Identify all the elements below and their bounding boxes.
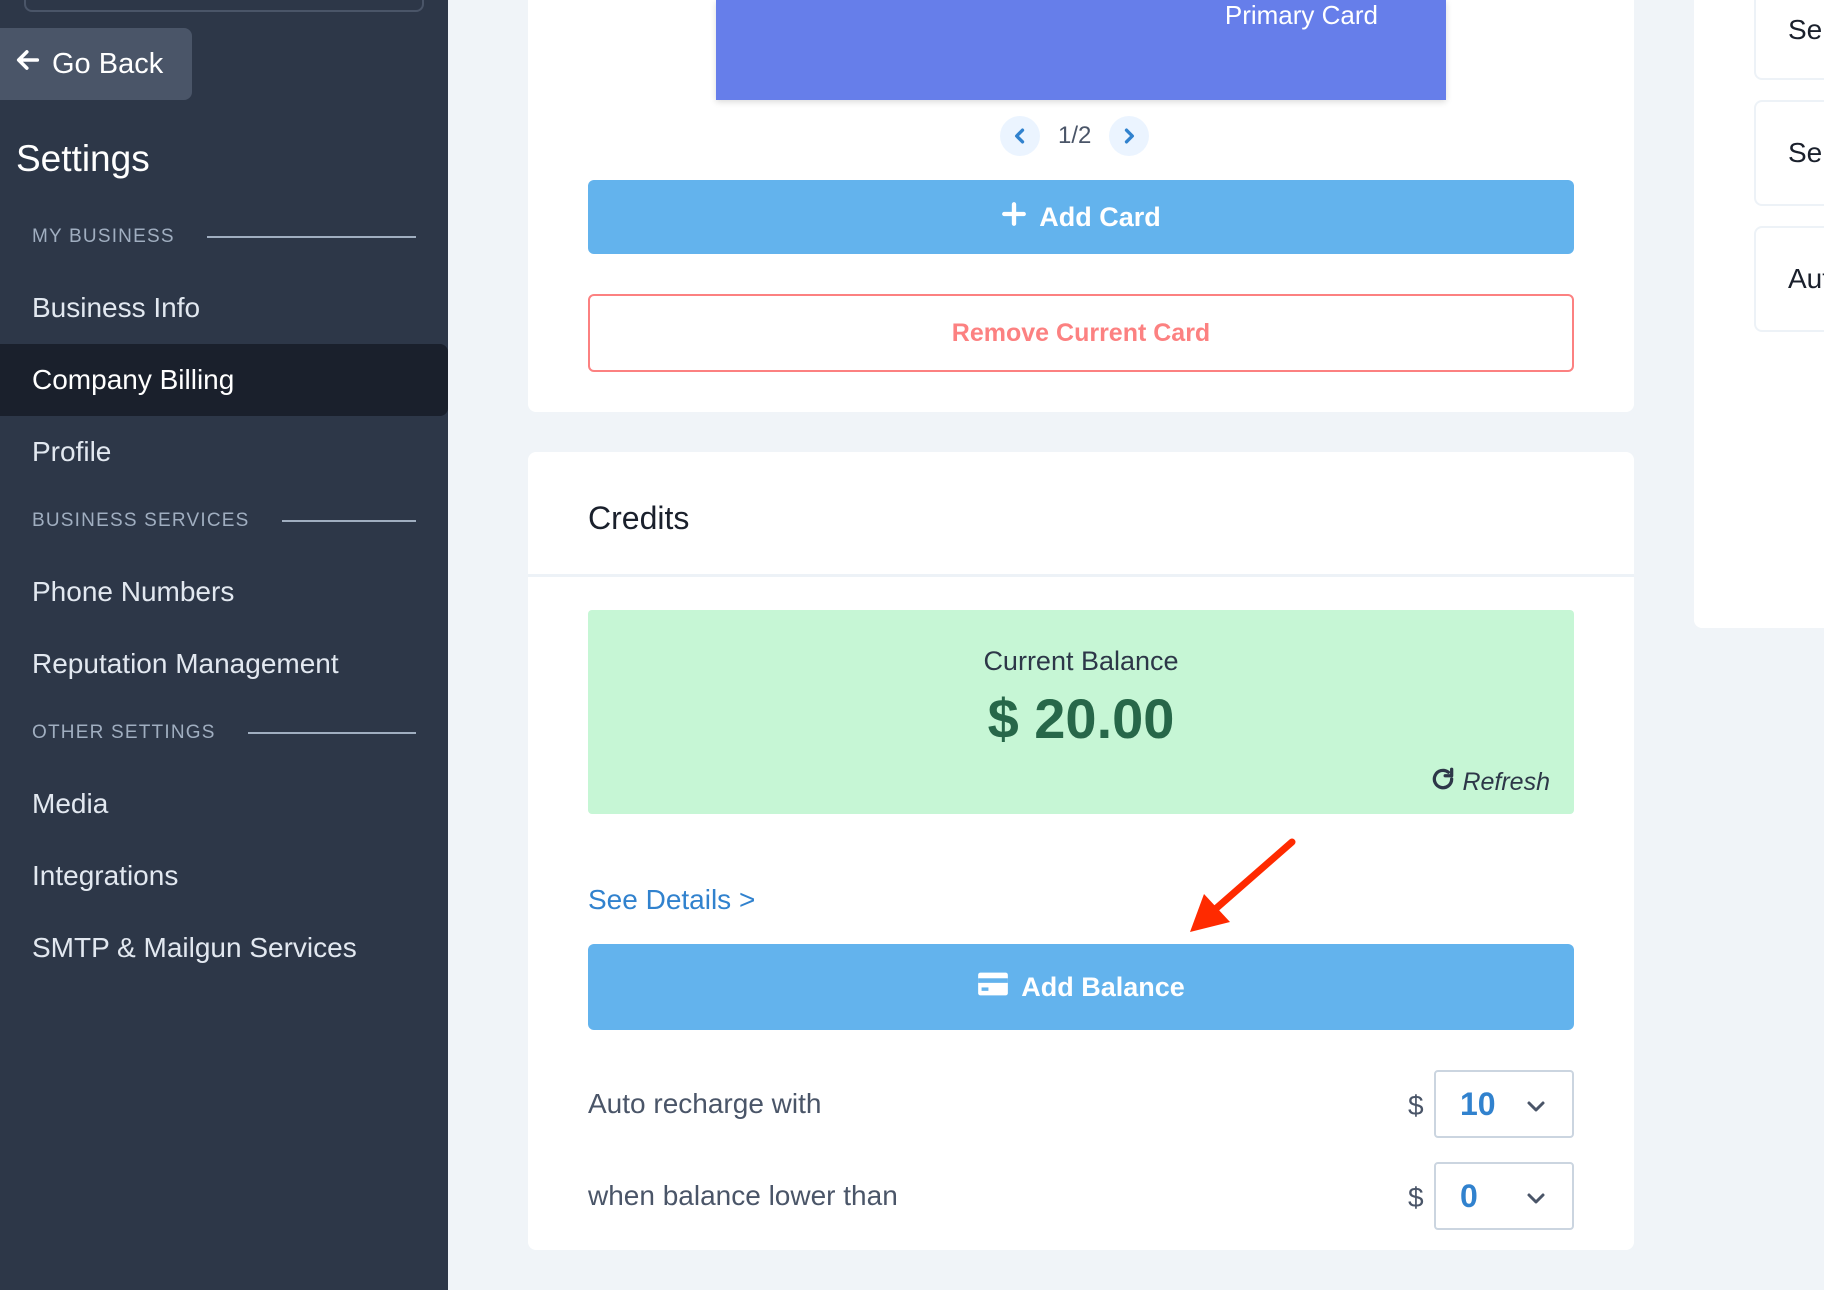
section-header-label: OTHER SETTINGS xyxy=(32,722,216,743)
primary-card-preview: Primary Card xyxy=(716,0,1446,100)
section-header-my-business: MY BUSINESS xyxy=(32,226,416,248)
auto-recharge-select[interactable]: 10 xyxy=(1434,1070,1574,1138)
section-divider xyxy=(247,732,416,734)
plus-icon xyxy=(1001,201,1027,234)
chevron-right-icon[interactable] xyxy=(1109,116,1150,156)
sidebar-title: Settings xyxy=(16,138,150,179)
sidebar-item-label: Profile xyxy=(32,436,112,467)
card-pager: 1/2 xyxy=(1000,116,1150,156)
sidebar-item-label: Reputation Management xyxy=(32,648,339,679)
refresh-label: Refresh xyxy=(1462,768,1550,796)
threshold-value: 0 xyxy=(1460,1177,1478,1214)
sidebar-item-media[interactable]: Media xyxy=(0,768,448,840)
threshold-select[interactable]: 0 xyxy=(1434,1162,1574,1230)
credit-card-icon xyxy=(977,970,1009,1005)
credits-divider xyxy=(528,574,1634,577)
settings-sidebar: Go Back Settings MY BUSINESS Business In… xyxy=(0,0,448,1290)
section-header-other-settings: OTHER SETTINGS xyxy=(32,722,416,744)
auto-recharge-value: 10 xyxy=(1460,1085,1496,1122)
annotation-arrow xyxy=(1190,838,1296,932)
sidebar-item-business-info[interactable]: Business Info xyxy=(0,272,448,344)
section-header-label: MY BUSINESS xyxy=(32,226,175,247)
go-back-label: Go Back xyxy=(52,47,164,80)
remove-card-label: Remove Current Card xyxy=(951,318,1211,347)
balance-value: $ 20.00 xyxy=(987,687,1175,750)
add-card-label: Add Card xyxy=(1039,201,1161,232)
sidebar-search-box[interactable] xyxy=(24,0,424,12)
see-details-link[interactable]: See Details > xyxy=(588,884,755,916)
sidebar-item-label: SMTP & Mailgun Services xyxy=(32,932,357,963)
section-divider xyxy=(281,520,416,522)
auto-recharge-label: Auto recharge with xyxy=(588,1088,822,1119)
primary-card-label: Primary Card xyxy=(1224,0,1378,30)
sidebar-item-integrations[interactable]: Integrations xyxy=(0,840,448,912)
sidebar-item-label: Media xyxy=(32,788,109,819)
balance-label: Current Balance xyxy=(983,646,1179,676)
threshold-currency: $ xyxy=(1408,1182,1424,1213)
sidebar-item-smtp-mailgun[interactable]: SMTP & Mailgun Services xyxy=(0,912,448,984)
chevron-left-icon[interactable] xyxy=(1000,116,1040,156)
sidebar-item-reputation-management[interactable]: Reputation Management xyxy=(0,628,448,700)
sidebar-item-company-billing[interactable]: Company Billing xyxy=(0,344,448,416)
go-back-button[interactable]: Go Back xyxy=(0,28,192,100)
right-tile-label: Sep xyxy=(1788,14,1824,45)
right-tile[interactable]: Aut xyxy=(1754,226,1824,332)
section-header-business-services: BUSINESS SERVICES xyxy=(32,510,416,532)
sidebar-item-label: Integrations xyxy=(32,860,179,891)
section-divider xyxy=(206,236,416,238)
right-tile[interactable]: Sep xyxy=(1754,100,1824,206)
add-balance-label: Add Balance xyxy=(1021,971,1185,1002)
right-tile-label: Sep xyxy=(1788,137,1824,168)
auto-recharge-currency: $ xyxy=(1408,1090,1424,1121)
section-header-label: BUSINESS SERVICES xyxy=(32,510,250,531)
remove-card-button[interactable]: Remove Current Card xyxy=(588,294,1574,372)
arrow-left-icon xyxy=(14,46,42,82)
pager-text: 1/2 xyxy=(1058,122,1092,149)
current-balance-box: Current Balance $ 20.00 Refresh xyxy=(588,610,1574,814)
sidebar-item-phone-numbers[interactable]: Phone Numbers xyxy=(0,556,448,628)
threshold-label: when balance lower than xyxy=(588,1180,898,1211)
sidebar-item-label: Company Billing xyxy=(32,364,235,395)
add-card-button[interactable]: Add Card xyxy=(588,180,1574,254)
refresh-button[interactable]: Refresh xyxy=(1430,766,1550,799)
refresh-icon xyxy=(1430,766,1456,799)
credits-title: Credits xyxy=(588,500,690,536)
sidebar-item-label: Business Info xyxy=(32,292,201,323)
add-balance-button[interactable]: Add Balance xyxy=(588,944,1574,1030)
right-tile-label: Aut xyxy=(1788,263,1824,294)
sidebar-item-profile[interactable]: Profile xyxy=(0,416,448,488)
sidebar-item-label: Phone Numbers xyxy=(32,576,235,607)
right-tile[interactable]: Sep xyxy=(1754,0,1824,80)
